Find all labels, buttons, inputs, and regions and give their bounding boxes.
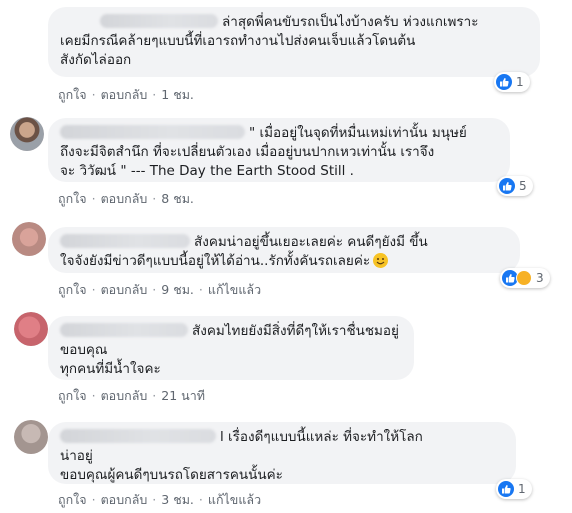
comment-bubble: สังคมไทยยังมีสิ่งที่ดีๆให้เราชื่นชมอยู่ … [48,316,414,380]
comment-actions: ถูกใจ · ตอบกลับ · 21 นาที [58,388,205,403]
timestamp[interactable]: 21 นาที [161,388,205,403]
reaction-count: 1 [518,482,526,496]
comment-bubble: ล่าสุดพี่คนขับรถเป็นไงบ้างครับ ห่วงแกเพร… [48,7,540,77]
reply-link[interactable]: ตอบกลับ [101,87,148,102]
reaction-summary[interactable]: 1 [494,72,530,92]
thumbs-up-icon [498,481,514,497]
comment-bubble: สังคมน่าอยู่ขึ้นเยอะเลยค่ะ คนดีๆยังมี ขึ… [48,227,520,273]
comment-bubble: " เมื่ออยู่ในจุดที่หมื่นเหม่เท่านั้น มนุ… [48,118,510,182]
like-link[interactable]: ถูกใจ [58,492,87,507]
reaction-count: 1 [516,75,524,89]
commenter-name-blurred[interactable] [60,125,245,139]
thumbs-up-icon [496,74,512,90]
timestamp[interactable]: 1 ชม. [161,87,194,102]
avatar[interactable] [12,222,46,256]
reaction-count: 3 [536,271,544,285]
comment-text-line: จะ วิวัฒน์ " --- The Day the Earth Stood… [60,163,354,179]
comment-text-line: สังคมไทยยังมีสิ่งที่ดีๆให้เราชื่นชมอยู่ [192,323,399,339]
comment-text-line: ใจจังยังมีข่าวดีๆแบบนี้อยู่ให้ได้อ่าน..ร… [60,253,371,269]
comment-text-line: ทุกคนที่มีน้ำใจคะ [60,361,161,377]
reaction-summary[interactable]: 5 [497,176,533,196]
reaction-summary[interactable]: 1 [496,479,532,499]
commenter-name-blurred[interactable] [100,14,218,28]
reaction-summary[interactable]: 3 [500,268,550,288]
like-link[interactable]: ถูกใจ [58,87,87,102]
commenter-name-blurred[interactable] [60,429,216,443]
comment-actions: ถูกใจ · ตอบกลับ · 1 ชม. [58,87,194,102]
reply-link[interactable]: ตอบกลับ [101,492,148,507]
reaction-count: 5 [519,179,527,193]
comment-text-line: ล่าสุดพี่คนขับรถเป็นไงบ้างครับ ห่วงแกเพร… [222,14,479,30]
comment-text-line: สังคมน่าอยู่ขึ้นเยอะเลยค่ะ คนดีๆยังมี ขึ… [194,234,428,250]
like-link[interactable]: ถูกใจ [58,282,87,297]
haha-icon [516,270,532,286]
reply-link[interactable]: ตอบกลับ [101,388,148,403]
commenter-name-blurred[interactable] [60,234,190,248]
timestamp[interactable]: 3 ชม. [161,492,194,507]
edited-label[interactable]: แก้ไขแล้ว [208,282,261,297]
comment-text-line: ขอบคุณ [60,342,108,358]
timestamp[interactable]: 9 ชม. [161,282,194,297]
comment-text-line: ขอบคุณผู้คนดีๆบนรถโดยสารคนนั้นค่ะ [60,467,283,483]
avatar[interactable] [14,312,48,346]
smiling-face-emoji [373,253,389,268]
comment-actions: ถูกใจ · ตอบกลับ · 3 ชม. · แก้ไขแล้ว [58,492,262,507]
like-link[interactable]: ถูกใจ [58,388,87,403]
reply-link[interactable]: ตอบกลับ [101,282,148,297]
like-link[interactable]: ถูกใจ [58,191,87,206]
comment-text-line: น่าอยู่ [60,448,93,464]
avatar[interactable] [10,117,44,151]
commenter-name-blurred[interactable] [60,323,188,337]
avatar[interactable] [14,420,48,454]
thumbs-up-icon [499,178,515,194]
comment-text-line: l เรื่องดีๆแบบนี้แหล่ะ ที่จะทำให้โลก [220,429,423,445]
comment-text-line: ถึงจะมีจิตสำนึก ที่จะเปลี่ยนตัวเอง เมื่อ… [60,144,435,160]
comment-actions: ถูกใจ · ตอบกลับ · 8 ชม. [58,191,194,206]
comment-text-line: สังกัดไล่ออก [60,52,132,68]
comment-text-line: เคยมีกรณีคล้ายๆแบบนี้ที่เอารถทำงานไปส่งค… [60,33,416,49]
comment-text-line: " เมื่ออยู่ในจุดที่หมื่นเหม่เท่านั้น มนุ… [249,125,467,141]
edited-label[interactable]: แก้ไขแล้ว [208,492,261,507]
reply-link[interactable]: ตอบกลับ [101,191,148,206]
comment-bubble: l เรื่องดีๆแบบนี้แหล่ะ ที่จะทำให้โลก น่า… [48,422,516,484]
timestamp[interactable]: 8 ชม. [161,191,194,206]
comment-actions: ถูกใจ · ตอบกลับ · 9 ชม. · แก้ไขแล้ว [58,282,262,297]
